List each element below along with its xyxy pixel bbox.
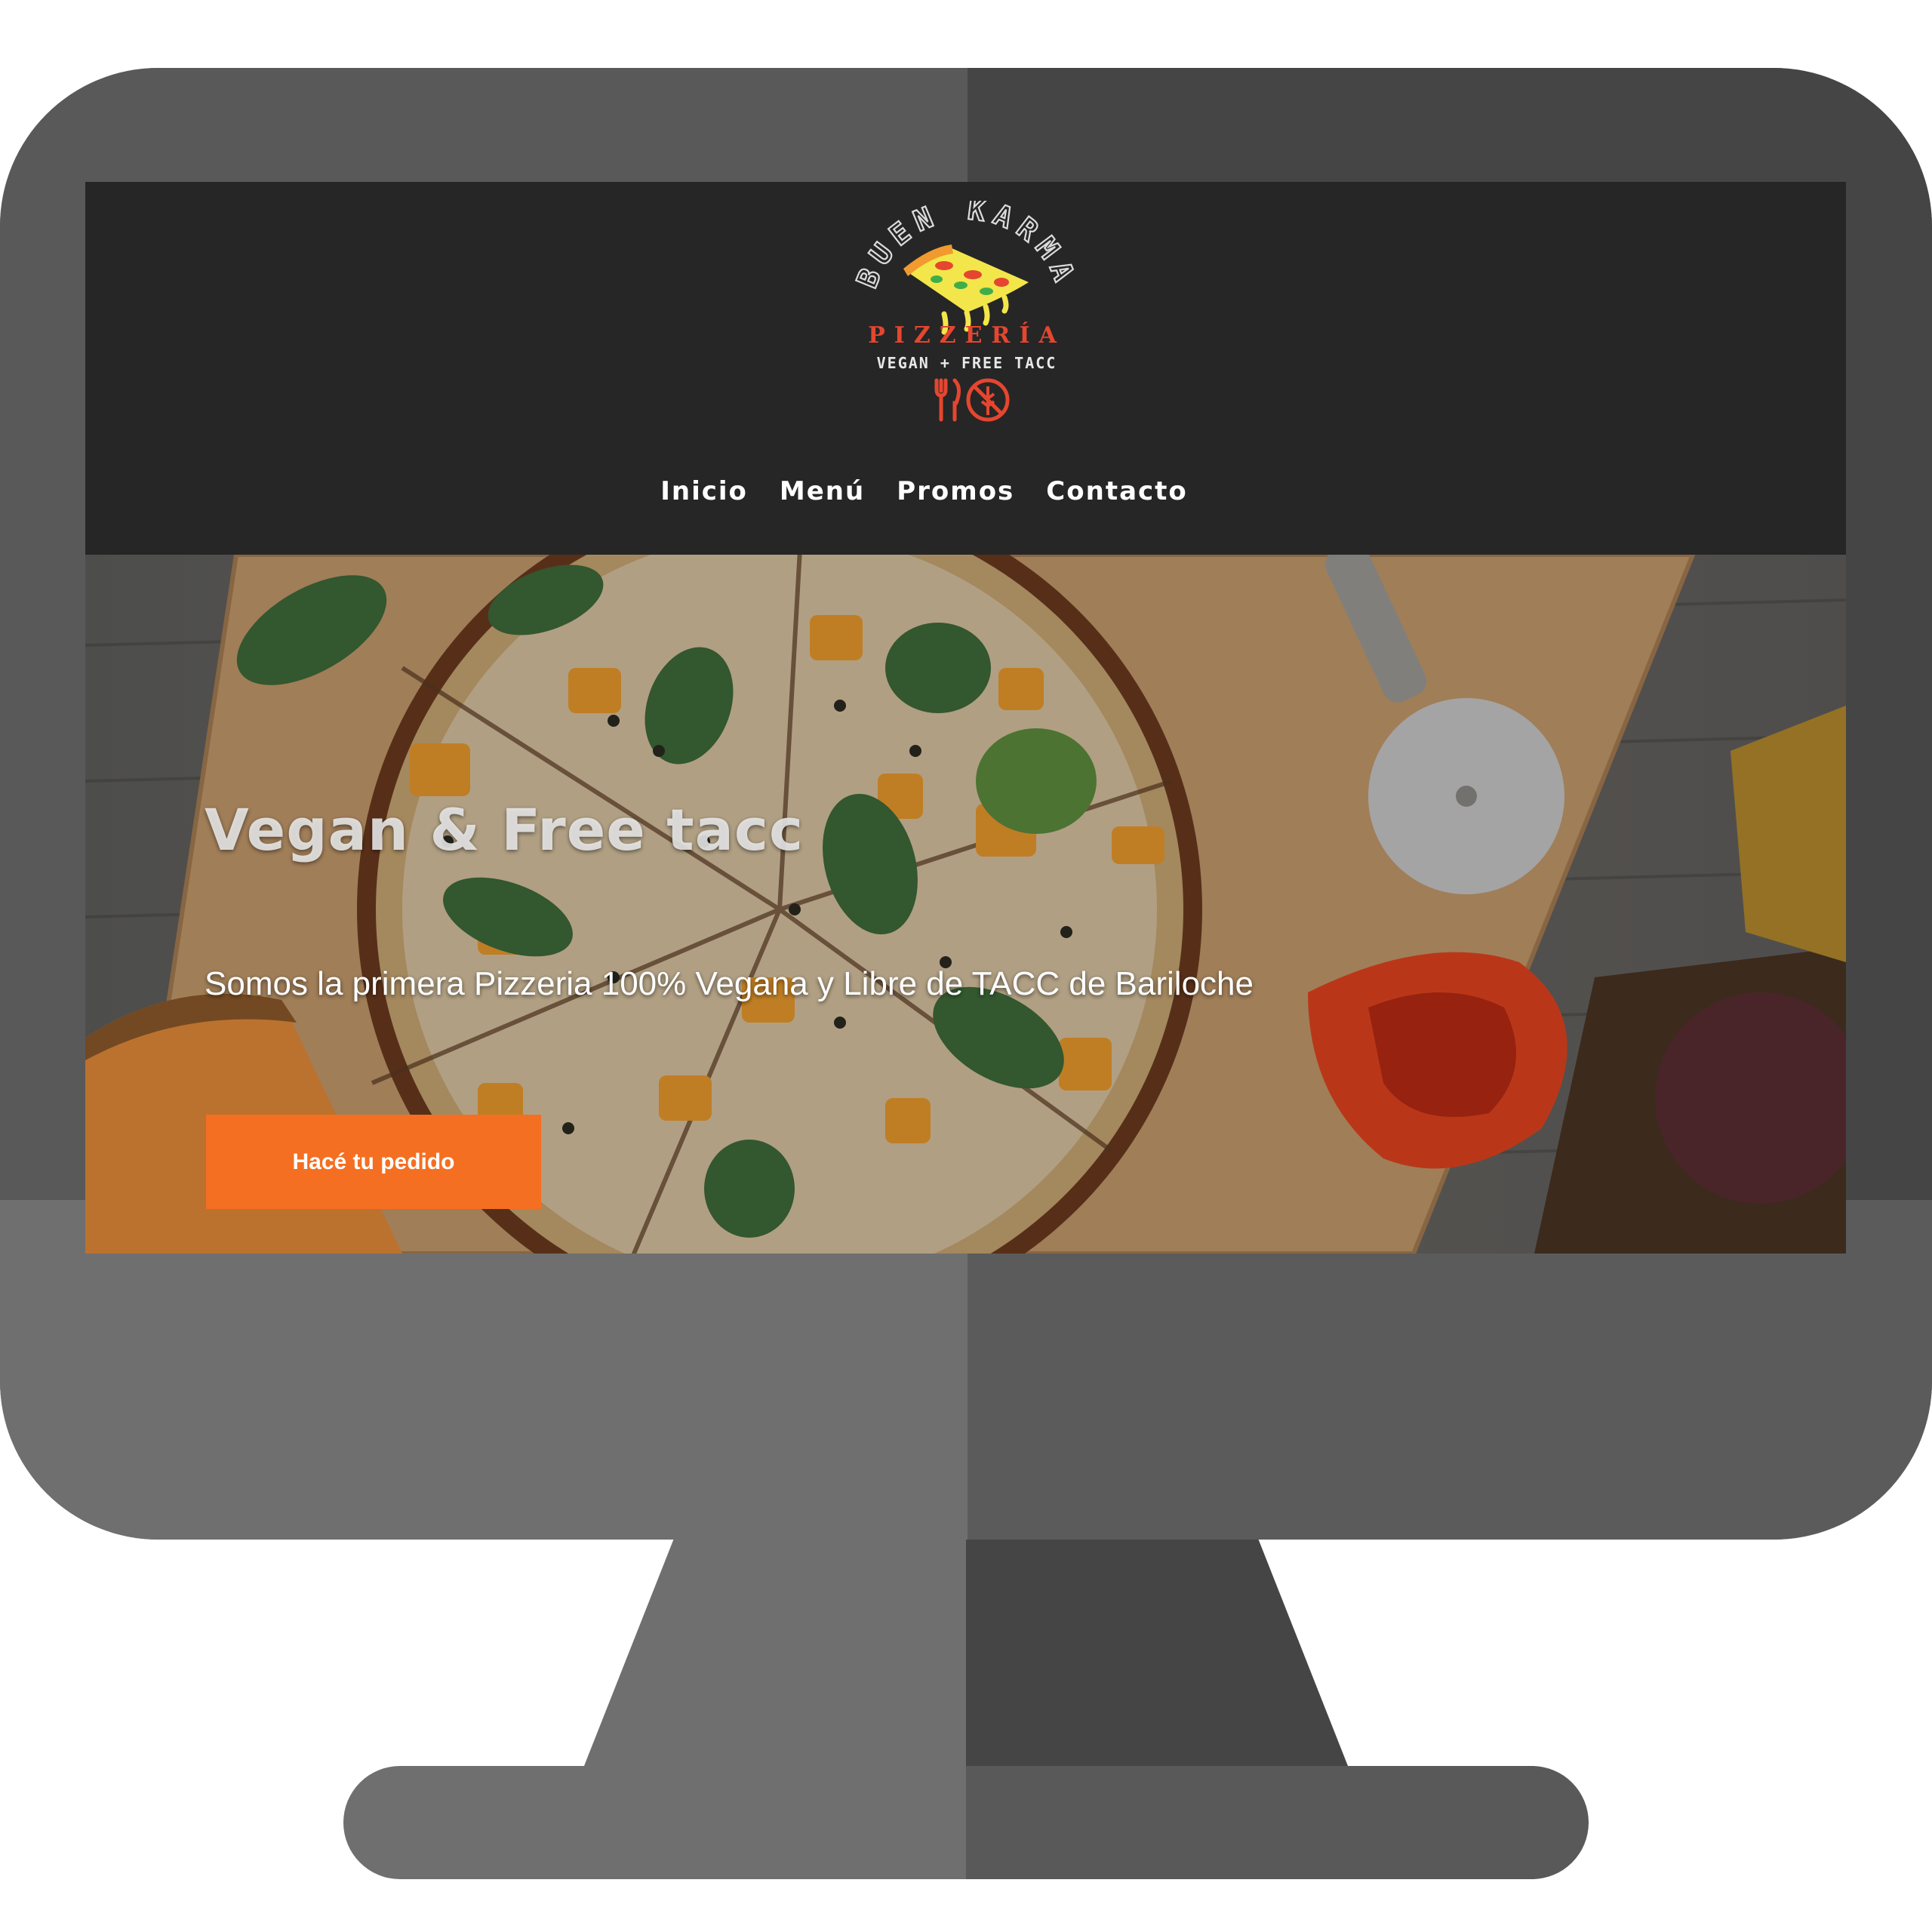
nav-item-menu[interactable]: Menú <box>780 476 865 506</box>
logo-name: PIZZERÍA <box>868 321 1066 349</box>
nav-item-contacto[interactable]: Contacto <box>1046 476 1187 506</box>
site-header: BUEN KARMA PIZZERÍA VEGAN + FREE TACC In… <box>85 182 1846 555</box>
fork-knife-icon <box>934 378 961 422</box>
monitor-stand-base <box>343 1766 1589 1879</box>
logo-tagline: VEGAN + FREE TACC <box>877 354 1057 372</box>
main-nav: Inicio Menú Promos Contacto <box>85 476 1846 506</box>
website-screen: BUEN KARMA PIZZERÍA VEGAN + FREE TACC In… <box>85 182 1846 1254</box>
pizza-slice-icon <box>903 245 1029 335</box>
hero-title: Vegan & Free tacc <box>205 796 804 863</box>
nav-item-inicio[interactable]: Inicio <box>660 476 748 506</box>
hero-section: Vegan & Free tacc Somos la primera Pizze… <box>85 555 1846 1254</box>
nav-item-promos[interactable]: Promos <box>897 476 1014 506</box>
site-logo[interactable]: BUEN KARMA PIZZERÍA VEGAN + FREE TACC <box>849 192 1080 427</box>
hero-subtitle: Somos la primera Pizzeria 100% Vegana y … <box>205 965 1254 1002</box>
no-gluten-icon <box>966 378 1010 422</box>
order-button[interactable]: Hacé tu pedido <box>206 1115 541 1209</box>
monitor-stand-neck <box>581 1540 1351 1774</box>
